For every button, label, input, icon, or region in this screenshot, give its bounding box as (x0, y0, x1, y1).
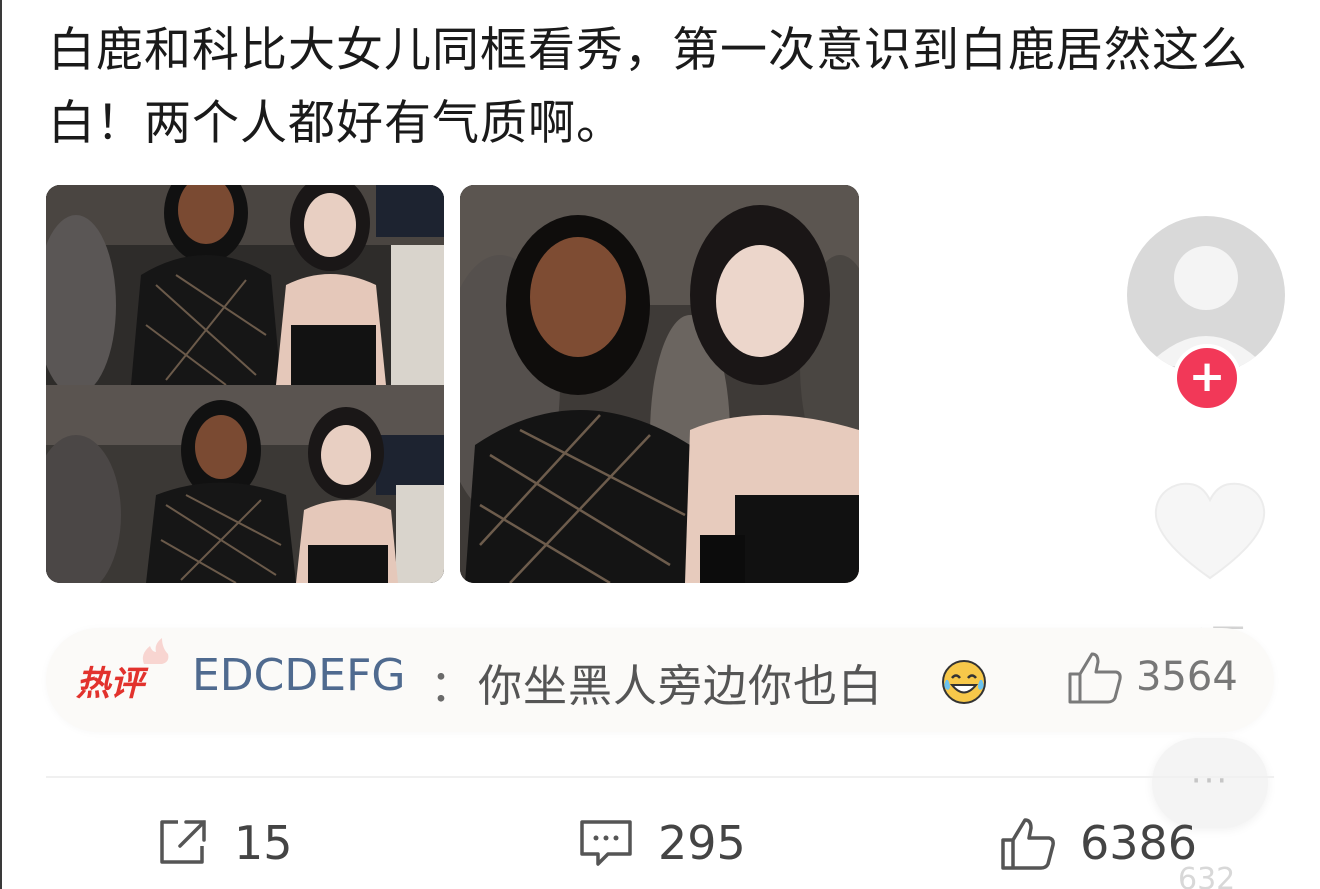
divider (46, 776, 1274, 778)
comment-like-count: 3564 (1136, 654, 1238, 700)
post-text: 白鹿和科比大女儿同框看秀，第一次意识到白鹿居然这么白！两个人都好有气质啊。 (48, 23, 1248, 151)
comment-text: 你坐黑人旁边你也白 (478, 661, 883, 712)
comment-icon (580, 820, 632, 866)
left-edge-line (0, 0, 2, 889)
follow-button[interactable]: + (1173, 344, 1241, 412)
flame-icon (142, 638, 169, 664)
like-count: 6386 (1080, 816, 1198, 870)
comment-username[interactable]: EDCDEFG (192, 650, 406, 701)
hot-comment-badge: 热评 (76, 664, 144, 704)
share-count: 15 (234, 816, 293, 870)
comment-count: 295 (658, 816, 746, 870)
post-image-1[interactable] (46, 185, 444, 583)
comment-separator: ： (430, 661, 474, 712)
heart-icon[interactable] (1150, 478, 1270, 588)
share-icon (160, 820, 206, 864)
thumbs-up-icon[interactable] (1066, 650, 1124, 706)
thumbs-up-icon (1001, 818, 1055, 870)
photo-collage (46, 185, 444, 583)
photo-two-women (460, 185, 859, 583)
laughing-tears-emoji (942, 660, 986, 704)
post-screen: 白鹿和科比大女儿同框看秀，第一次意识到白鹿居然这么白！两个人都好有气质啊。 + … (0, 0, 1320, 889)
hot-comment[interactable]: 热评 EDCDEFG ： 你坐黑人旁边你也白 3564 (46, 628, 1274, 732)
like-button[interactable]: 6386 (998, 812, 1208, 882)
comment-button[interactable]: 295 (578, 812, 778, 882)
share-button[interactable]: 15 (156, 812, 336, 882)
post-image-2[interactable] (460, 185, 859, 583)
